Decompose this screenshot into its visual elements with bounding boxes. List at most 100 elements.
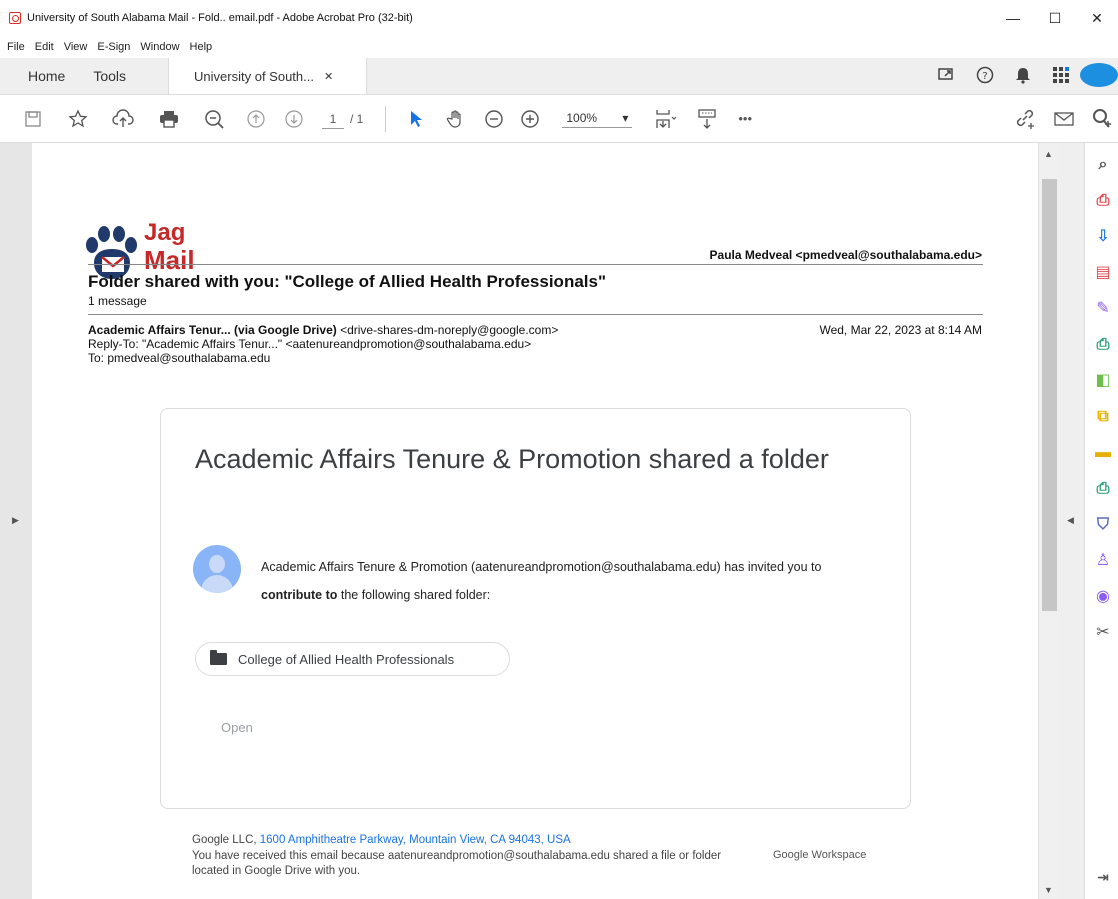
page-current[interactable]: 1 <box>322 109 344 129</box>
vertical-scrollbar[interactable]: ▲ ▼ <box>1038 143 1060 899</box>
menu-file[interactable]: File <box>2 41 30 53</box>
close-button[interactable]: ✕ <box>1076 0 1118 36</box>
stamp-icon[interactable]: ♙ <box>1093 551 1113 571</box>
save-icon[interactable] <box>24 104 42 134</box>
scroll-mode-icon[interactable] <box>696 104 718 134</box>
account-header: Paula Medveal <pmedveal@southalabama.edu… <box>709 248 982 262</box>
from-line: Academic Affairs Tenur... (via Google Dr… <box>88 323 558 337</box>
invite-text-prefix: Academic Affairs Tenure & Promotion (aat… <box>261 560 822 574</box>
next-page-icon[interactable] <box>284 104 304 134</box>
scan-ocr-icon[interactable]: ⎙ <box>1093 479 1113 499</box>
left-panel-toggle[interactable]: ▶ <box>0 143 32 899</box>
help-icon[interactable]: ? <box>966 66 1004 88</box>
pdf-page: Jag Mail Paula Medveal <pmedveal@southal… <box>32 143 1038 899</box>
sender-name: Academic Affairs Tenur... (via Google Dr… <box>88 323 337 337</box>
collapse-right-icon[interactable]: ◀ <box>1067 515 1074 526</box>
window-title: University of South Alabama Mail - Fold.… <box>27 12 413 24</box>
menu-window[interactable]: Window <box>135 41 184 53</box>
footer-address-link[interactable]: 1600 Amphitheatre Parkway, Mountain View… <box>260 834 571 846</box>
chevron-down-icon: ▾ <box>622 111 629 125</box>
invite-text-suffix: the following shared folder: <box>337 588 491 602</box>
combine-files-icon[interactable]: ⧉ <box>1093 407 1113 427</box>
folder-name: College of Allied Health Professionals <box>238 651 455 667</box>
right-panel-toggle[interactable]: ◀ <box>1060 143 1084 899</box>
tabs-bar: Home Tools University of South... ✕ ? <box>0 58 1118 95</box>
link-icon[interactable] <box>1014 104 1036 134</box>
tools-panel: ⌕ ⎙ ⇩ ▤ ✎ ⎙ ◧ ⧉ ▬ ⎙ ⛉ ♙ ◉ ✂ ⇥ <box>1084 143 1118 899</box>
zoom-select[interactable]: 100% ▾ <box>562 104 633 134</box>
sender-address: <drive-shares-dm-noreply@google.com> <box>336 323 559 337</box>
message-count: 1 message <box>88 294 147 308</box>
sender-avatar <box>193 545 241 593</box>
hand-tool-icon[interactable] <box>446 104 466 134</box>
zoom-value: 100% <box>566 111 598 125</box>
acrobat-app-icon <box>9 12 21 24</box>
reply-to-line: Reply-To: "Academic Affairs Tenur..." <a… <box>88 337 532 351</box>
more-tools-icon[interactable]: ••• <box>738 104 752 134</box>
select-cursor-icon[interactable] <box>408 104 424 134</box>
menu-edit[interactable]: Edit <box>30 41 59 53</box>
share-screen-icon[interactable] <box>928 67 966 87</box>
email-icon[interactable] <box>1054 104 1074 134</box>
comment-icon[interactable]: ▬ <box>1093 443 1113 463</box>
shared-folder-chip[interactable]: College of Allied Health Professionals <box>195 642 510 676</box>
star-icon[interactable] <box>68 104 88 134</box>
print-icon[interactable] <box>158 104 180 134</box>
invite-text-bold: contribute to <box>261 588 338 602</box>
minimize-button[interactable]: — <box>992 0 1034 36</box>
tab-home[interactable]: Home <box>0 58 93 94</box>
menu-help[interactable]: Help <box>185 41 218 53</box>
divider <box>88 314 983 315</box>
menu-view[interactable]: View <box>59 41 93 53</box>
collapse-panel-icon[interactable]: ⇥ <box>1093 867 1113 887</box>
apps-grid-icon[interactable] <box>1042 66 1080 88</box>
tab-document-label: University of South... <box>194 68 314 84</box>
google-workspace-logo: Google Workspace <box>773 849 867 861</box>
expand-left-icon[interactable]: ▶ <box>12 515 19 526</box>
zoom-out-search-icon[interactable] <box>204 104 226 134</box>
accessibility-icon[interactable]: ◉ <box>1093 587 1113 607</box>
zoom-search-icon[interactable]: ⌕ <box>1093 155 1113 175</box>
profile-avatar[interactable] <box>1080 62 1118 91</box>
open-button[interactable]: Open <box>221 720 253 735</box>
share-card: Academic Affairs Tenure & Promotion shar… <box>160 408 911 809</box>
folder-icon <box>210 650 227 665</box>
svg-text:?: ? <box>982 71 987 82</box>
bell-icon[interactable] <box>1004 66 1042 88</box>
organize-pages-icon[interactable]: ▤ <box>1093 263 1113 283</box>
tab-document[interactable]: University of South... ✕ <box>168 58 368 94</box>
page-total: / 1 <box>350 111 364 126</box>
edit-pdf-icon[interactable]: ⎙ <box>1093 335 1113 355</box>
window-controls: — ☐ ✕ <box>992 0 1118 36</box>
compare-files-icon[interactable]: ◧ <box>1093 371 1113 391</box>
footer-notice: You have received this email because aat… <box>192 850 722 877</box>
export-pdf-icon[interactable]: ⇩ <box>1093 227 1113 247</box>
more-tools-wrench-icon[interactable]: ✂ <box>1093 623 1113 643</box>
menu-esign[interactable]: E-Sign <box>92 41 135 53</box>
fit-page-icon[interactable] <box>654 104 678 134</box>
create-pdf-icon[interactable]: ⎙ <box>1093 191 1113 211</box>
email-subject: Folder shared with you: "College of Alli… <box>88 272 607 291</box>
invite-text: Academic Affairs Tenure & Promotion (aat… <box>261 553 871 609</box>
maximize-button[interactable]: ☐ <box>1034 0 1076 36</box>
protect-shield-icon[interactable]: ⛉ <box>1093 515 1113 535</box>
scroll-thumb[interactable] <box>1042 179 1057 611</box>
tab-close-icon[interactable]: ✕ <box>324 70 333 83</box>
tab-tools[interactable]: Tools <box>93 58 146 94</box>
logo-jag-text: Jag <box>144 219 186 246</box>
document-area: ▶ Jag Mail Paula Medveal <pmedveal@south… <box>0 143 1060 899</box>
upload-cloud-icon[interactable] <box>112 104 134 134</box>
toolbar: 1 / 1 100% ▾ ••• <box>0 95 1118 143</box>
toolbar-divider <box>385 105 387 132</box>
divider <box>88 264 983 265</box>
zoom-in-icon[interactable] <box>520 104 540 134</box>
email-date: Wed, Mar 22, 2023 at 8:14 AM <box>819 323 982 337</box>
fill-sign-icon[interactable]: ✎ <box>1093 299 1113 319</box>
add-user-icon[interactable] <box>1090 104 1112 134</box>
zoom-out-icon[interactable] <box>484 104 504 134</box>
scroll-up-icon[interactable]: ▲ <box>1044 149 1053 159</box>
to-line: To: pmedveal@southalabama.edu <box>88 351 271 365</box>
page-number-input[interactable]: 1 <box>322 104 344 134</box>
scroll-down-icon[interactable]: ▼ <box>1044 885 1053 895</box>
previous-page-icon[interactable] <box>246 104 266 134</box>
